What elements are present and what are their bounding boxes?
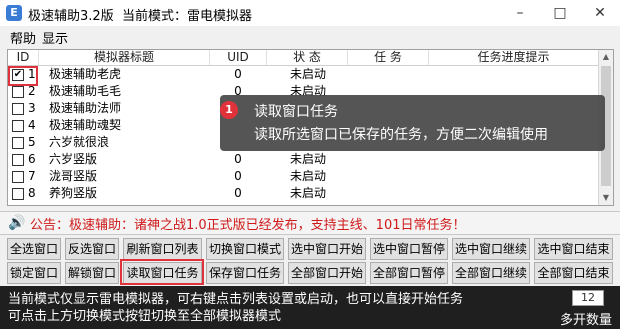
announcement-text: 公告：极速辅助：诸神之战1.0正式版已经发布，支持主线、101日常任务！ — [30, 218, 466, 233]
col-header-status[interactable]: 状 态 — [267, 50, 348, 65]
row-uid: 0 — [234, 186, 242, 200]
window-title: 极速辅助3.2版 当前模式：雷电模拟器 — [28, 9, 252, 24]
maximize-icon[interactable]: □ — [540, 0, 580, 26]
table-row[interactable]: 6 六岁竖版 0 未启动 — [8, 151, 598, 167]
row-status: 未启动 — [289, 169, 326, 183]
row-uid: 0 — [234, 67, 242, 81]
col-header-title[interactable]: 模拟器标题 — [39, 50, 210, 65]
action-button-row1-3[interactable]: 刷新窗口列表 — [123, 238, 202, 260]
col-header-progress[interactable]: 任务进度提示 — [429, 50, 598, 65]
menu-help[interactable]: 帮助 — [10, 28, 36, 47]
action-button-row2-1[interactable]: 锁定窗口 — [7, 262, 61, 284]
menu-display[interactable]: 显示 — [42, 28, 68, 47]
status-line-2: 可点击上方切换模式按钮切换至全部模拟器模式 — [8, 309, 282, 324]
action-button-row2-7[interactable]: 全部窗口继续 — [452, 262, 530, 284]
row-title: 极速辅助毛毛 — [49, 84, 122, 98]
minimize-icon[interactable]: – — [500, 0, 540, 26]
action-button-row2-2[interactable]: 解锁窗口 — [65, 262, 119, 284]
scroll-down-icon[interactable]: ▼ — [599, 191, 613, 205]
row-checkbox[interactable] — [12, 154, 24, 166]
action-button-row1-7[interactable]: 选中窗口继续 — [452, 238, 530, 260]
row-title: 养狗竖版 — [49, 186, 98, 200]
col-header-uid[interactable]: UID — [210, 50, 267, 65]
action-button-row2-4[interactable]: 保存窗口任务 — [206, 262, 284, 284]
row-checkbox[interactable] — [12, 188, 24, 200]
action-button-row2-5[interactable]: 全部窗口开始 — [288, 262, 366, 284]
table-header: ID 模拟器标题 UID 状 态 任 务 任务进度提示 — [8, 50, 598, 66]
row-id: 7 — [28, 169, 36, 183]
row-title: 六岁竖版 — [49, 152, 98, 166]
row-checkbox[interactable] — [12, 103, 24, 115]
row-checkbox[interactable] — [12, 86, 24, 98]
row-id: 8 — [28, 186, 36, 200]
close-icon[interactable]: ✕ — [580, 0, 620, 26]
table-row[interactable]: 7 泷哥竖版 0 未启动 — [8, 168, 598, 184]
row-id: 5 — [28, 135, 36, 149]
row-id: 4 — [28, 118, 36, 132]
row-checkbox[interactable] — [12, 137, 24, 149]
speaker-icon: 🔊 — [8, 215, 26, 231]
row-title: 泷哥竖版 — [49, 169, 98, 183]
action-button-row1-6[interactable]: 选中窗口暂停 — [370, 238, 448, 260]
row-id: 3 — [28, 101, 36, 115]
action-button-row1-4[interactable]: 切换窗口模式 — [206, 238, 284, 260]
col-header-id[interactable]: ID — [8, 50, 39, 65]
row-checkbox[interactable] — [12, 171, 24, 183]
instance-count-label: 多开数量 — [560, 313, 613, 328]
action-button-row1-2[interactable]: 反选窗口 — [65, 238, 119, 260]
status-bar: 当前模式仅显示雷电模拟器，可右键点击列表设置或启动，也可以直接开始任务 可点击上… — [0, 286, 620, 329]
row-uid: 0 — [234, 152, 242, 166]
action-button-row1-8[interactable]: 选中窗口结束 — [534, 238, 613, 260]
announcement-bar: 🔊 公告：极速辅助：诸神之战1.0正式版已经发布，支持主线、101日常任务！ — [0, 211, 620, 235]
row-title: 极速辅助老虎 — [49, 67, 122, 81]
table-row[interactable]: 8 养狗竖版 0 未启动 — [8, 185, 598, 201]
row-status: 未启动 — [289, 152, 326, 166]
action-button-row2-6[interactable]: 全部窗口暂停 — [370, 262, 448, 284]
row-checkbox[interactable] — [12, 120, 24, 132]
tooltip-title: 读取窗口任务 — [254, 104, 338, 120]
row-status: 未启动 — [289, 67, 326, 81]
table-row[interactable]: ✔ 1 极速辅助老虎 0 未启动 — [8, 66, 598, 82]
col-header-task[interactable]: 任 务 — [348, 50, 429, 65]
row-title: 六岁就很浪 — [49, 135, 110, 149]
action-button-row1-1[interactable]: 全选窗口 — [7, 238, 61, 260]
row-status: 未启动 — [289, 186, 326, 200]
row-title: 极速辅助魂契 — [49, 118, 122, 132]
app-icon: E — [6, 5, 22, 21]
title-bar: E 极速辅助3.2版 当前模式：雷电模拟器 – □ ✕ — [0, 0, 620, 27]
row-title: 极速辅助法师 — [49, 101, 122, 115]
tooltip-badge: 1 — [220, 101, 238, 119]
tooltip-description: 读取所选窗口已保存的任务，方便二次编辑使用 — [254, 127, 548, 143]
highlight-checkbox-1 — [8, 66, 38, 86]
scroll-up-icon[interactable]: ▲ — [599, 50, 613, 64]
action-button-row2-8[interactable]: 全部窗口结束 — [534, 262, 613, 284]
menu-bar: 帮助 显示 — [0, 26, 620, 47]
row-id: 6 — [28, 152, 36, 166]
tooltip: 1 读取窗口任务 读取所选窗口已保存的任务，方便二次编辑使用 — [220, 95, 605, 151]
action-button-row1-5[interactable]: 选中窗口开始 — [288, 238, 366, 260]
row-uid: 0 — [234, 169, 242, 183]
highlight-read-task-button — [120, 259, 204, 285]
instance-count-field[interactable]: 12 — [572, 290, 604, 306]
